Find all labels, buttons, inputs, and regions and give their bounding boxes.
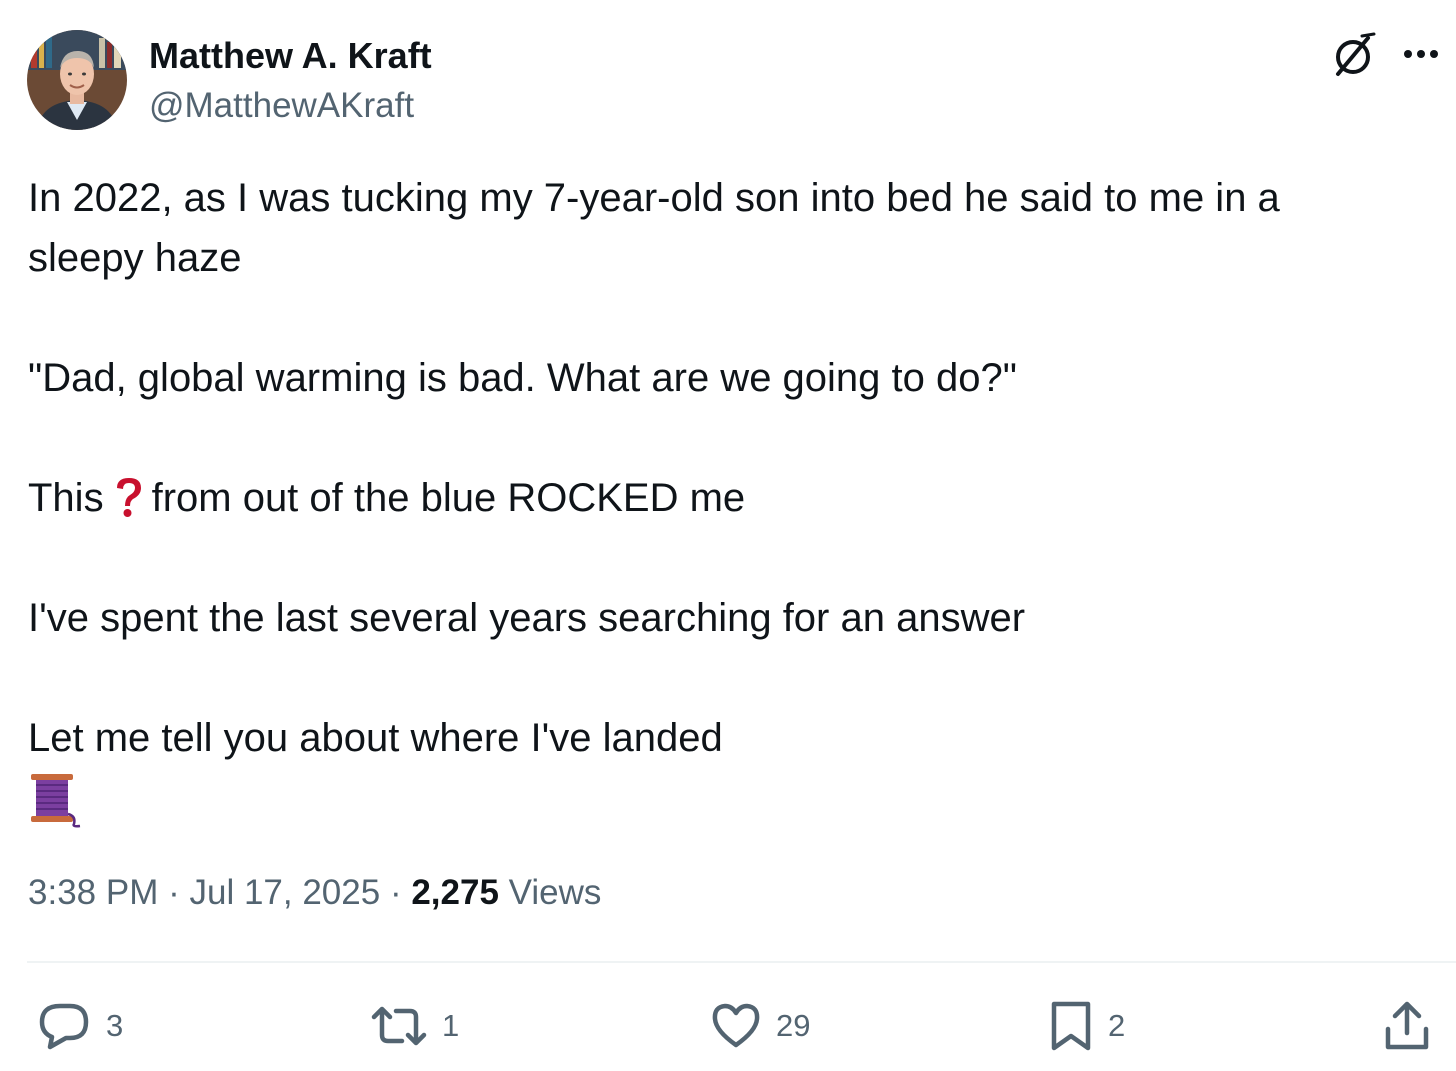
meta-separator: · bbox=[389, 873, 402, 912]
retweet-icon bbox=[371, 1006, 427, 1046]
views-count: 2,275 bbox=[411, 873, 499, 912]
avatar-photo bbox=[27, 30, 127, 130]
grok-icon bbox=[1336, 32, 1376, 76]
reply-button[interactable]: 3 bbox=[38, 996, 123, 1056]
tweet-line: sleepy haze bbox=[28, 236, 242, 280]
heart-icon bbox=[712, 1003, 760, 1048]
meta-separator: · bbox=[168, 873, 180, 912]
tweet-line: "Dad, global warming is bad. What are we… bbox=[28, 356, 1017, 400]
like-count: 29 bbox=[776, 1008, 811, 1043]
tweet-date[interactable]: Jul 17, 2025 bbox=[189, 873, 380, 912]
author-name[interactable]: Matthew A. Kraft bbox=[149, 34, 432, 78]
share-button[interactable] bbox=[1382, 996, 1432, 1056]
bookmark-count: 2 bbox=[1108, 1008, 1126, 1043]
like-button[interactable]: 29 bbox=[710, 996, 810, 1056]
question-mark-emoji-icon bbox=[112, 475, 146, 519]
tweet-line: This from out of the blue ROCKED me bbox=[28, 468, 1428, 528]
tweet-line: In 2022, as I was tucking my 7-year-old … bbox=[28, 176, 1280, 220]
reply-icon bbox=[39, 1003, 89, 1050]
tweet-line: Let me tell you about where I've landed bbox=[28, 716, 723, 760]
bookmark-button[interactable]: 2 bbox=[1048, 996, 1125, 1056]
tweet-meta: 3:38 PM · Jul 17, 2025 · 2,275 Views bbox=[28, 870, 601, 916]
retweet-count: 1 bbox=[442, 1008, 460, 1043]
retweet-button[interactable]: 1 bbox=[370, 996, 459, 1056]
bookmark-icon bbox=[1051, 1001, 1091, 1051]
author-handle[interactable]: @MatthewAKraft bbox=[149, 84, 414, 128]
reply-count: 3 bbox=[106, 1008, 124, 1043]
tweet-line-part: from out of the blue ROCKED me bbox=[151, 476, 746, 520]
share-icon bbox=[1385, 1001, 1429, 1050]
more-options-button[interactable] bbox=[1396, 30, 1446, 80]
tweet-time[interactable]: 3:38 PM bbox=[28, 873, 158, 912]
divider bbox=[27, 961, 1456, 963]
thread-spool-emoji-icon bbox=[28, 772, 84, 828]
tweet-line: I've spent the last several years search… bbox=[28, 596, 1026, 640]
grok-button[interactable] bbox=[1328, 30, 1378, 80]
tweet-card: Matthew A. Kraft @MatthewAKraft In 2022,… bbox=[0, 0, 1456, 1071]
avatar[interactable] bbox=[27, 30, 127, 130]
views-label: Views bbox=[508, 873, 602, 912]
tweet-line-part: This bbox=[28, 476, 104, 520]
more-dots-icon bbox=[1404, 50, 1438, 58]
tweet-text: In 2022, as I was tucking my 7-year-old … bbox=[28, 168, 1428, 768]
